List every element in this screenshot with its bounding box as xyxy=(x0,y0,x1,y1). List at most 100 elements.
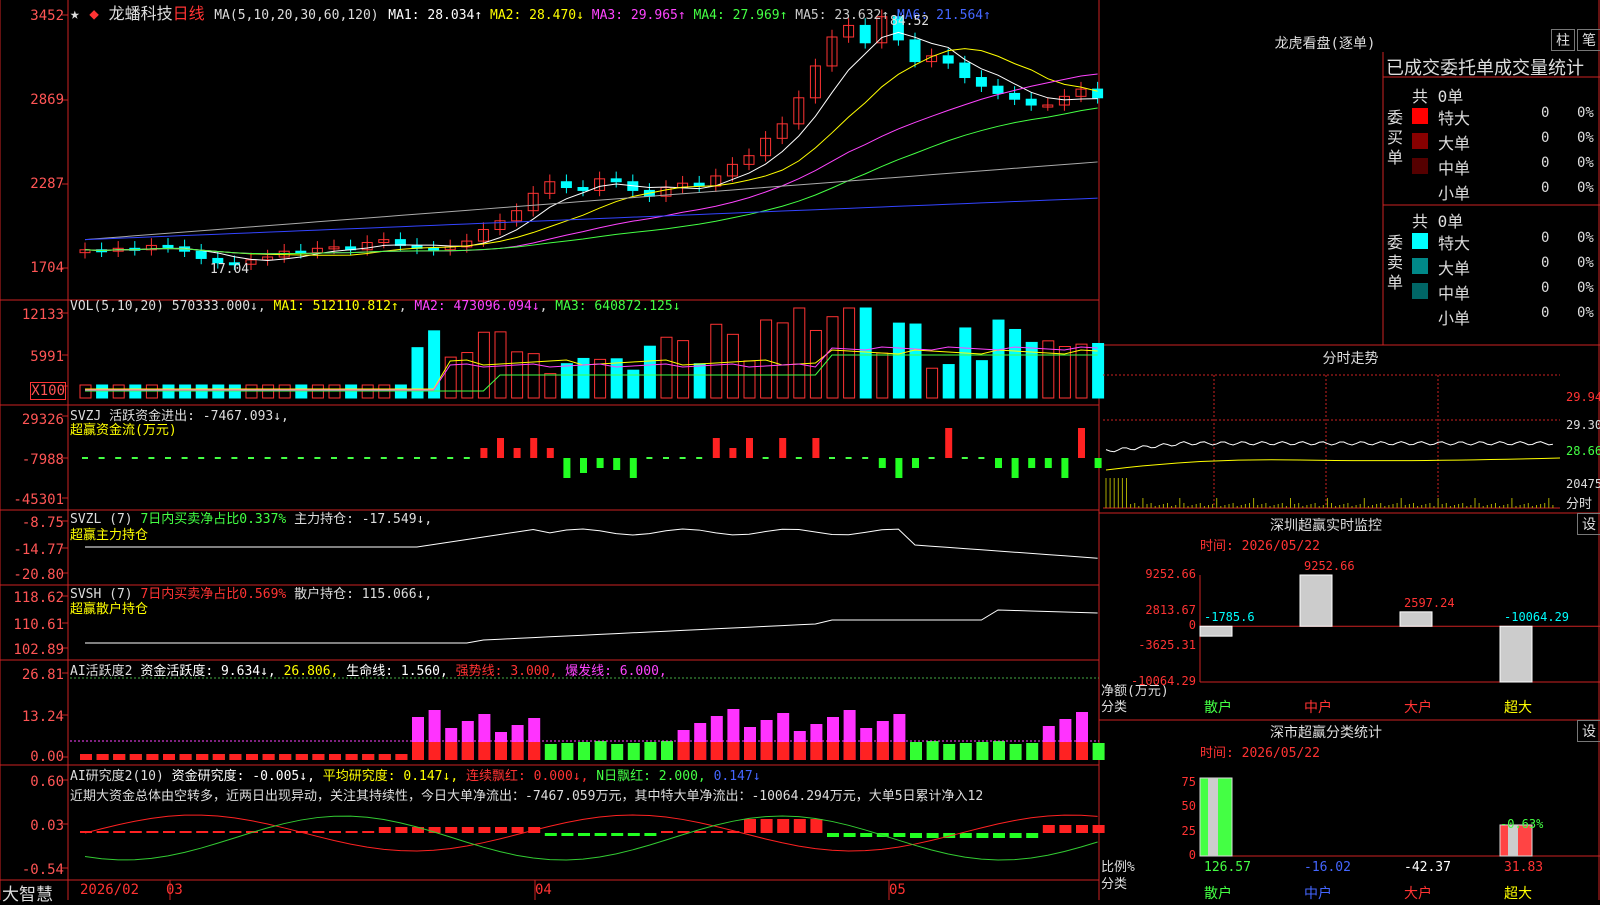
ai-active-item-2: 生命线: 1.560, xyxy=(346,664,455,679)
candle-body xyxy=(296,251,306,253)
rt-bar-value: 9252.66 xyxy=(1304,559,1355,573)
activity-bar-base xyxy=(777,742,789,760)
activity-bar-base xyxy=(329,754,341,760)
research-bar xyxy=(312,831,324,833)
class-time: 时间: 2026/05/22 xyxy=(1200,742,1320,761)
research-bar xyxy=(462,827,474,833)
rt-bar xyxy=(1200,626,1232,636)
research-bar xyxy=(910,833,922,838)
activity-bar-base xyxy=(429,742,441,760)
candle-body xyxy=(910,40,920,62)
svzl-label: -8.75 xyxy=(0,515,64,531)
activity-bar-base xyxy=(761,742,773,760)
activity-bar-base xyxy=(528,742,540,760)
realtime-monitor-title: 深圳超赢实时监控 xyxy=(1101,515,1551,535)
vol-unit-label[interactable]: X100 xyxy=(30,382,66,400)
order-row-value: 0 xyxy=(1541,180,1549,196)
order-color-swatch xyxy=(1412,133,1428,149)
realtime-settings-button[interactable]: 设 xyxy=(1577,513,1600,535)
star-icon[interactable]: ★ xyxy=(70,4,80,23)
intraday-label: 28.66 xyxy=(1566,444,1600,458)
activity-bar-base xyxy=(130,754,142,760)
activity-bar-base xyxy=(478,742,490,760)
volume-bar xyxy=(561,364,572,398)
order-color-swatch xyxy=(1412,283,1428,299)
ai-research-status: AI研究度2(10) 资金研究度: -0.005↓, 平均研究度: 0.147↓… xyxy=(70,765,761,784)
research-bar xyxy=(993,833,1005,838)
ai-active-label: 13.24 xyxy=(0,709,64,725)
candle-body xyxy=(429,248,439,250)
cs-extra-label: -0.63% xyxy=(1500,817,1543,831)
order-row-name: 特大 xyxy=(1438,105,1470,129)
flow-bar xyxy=(746,438,753,458)
flow-bar xyxy=(99,457,105,459)
vol-ma3: MA3: 640872.125↓ xyxy=(555,299,680,314)
candle-body xyxy=(993,86,1003,93)
research-bar xyxy=(893,833,905,837)
activity-bar-base xyxy=(379,754,391,760)
research-bar xyxy=(196,831,208,833)
flow-bar xyxy=(348,457,354,459)
tick-mode-button[interactable]: 笔 xyxy=(1577,29,1600,51)
dragon-tiger-subtitle: 已成交委托单成交量统计 xyxy=(1386,54,1584,80)
price-label: 3452 xyxy=(0,8,64,24)
flow-bar xyxy=(514,448,521,458)
activity-bar-base xyxy=(346,754,358,760)
flow-bar xyxy=(929,457,935,459)
volume-bar xyxy=(777,323,788,398)
flow-bar xyxy=(497,438,504,458)
svzl-subtitle: 超赢主力持仓 xyxy=(70,524,148,543)
flow-bar xyxy=(879,458,886,468)
class-settings-button[interactable]: 设 xyxy=(1577,720,1600,742)
volume-bar xyxy=(661,337,672,398)
ai-research-title: AI研究度2(10) xyxy=(70,769,164,784)
ai-research-item-1: 平均研究度: 0.147↓, xyxy=(323,769,466,784)
activity-bar-base xyxy=(146,754,158,760)
research-bar xyxy=(810,819,822,833)
volume-bar xyxy=(927,368,938,398)
ai-research-comment: 近期大资金总体由空转多，近两日出现异动，关注其持续性，今日大单净流出：-7467… xyxy=(70,785,1100,804)
research-bar xyxy=(329,831,341,833)
flow-bar xyxy=(978,457,984,459)
activity-bar-base xyxy=(163,754,175,760)
rt-y-label: -3625.31 xyxy=(1101,638,1196,652)
volume-bar xyxy=(893,323,904,398)
diamond-icon[interactable]: ◆ xyxy=(89,4,99,23)
order-row-name: 小单 xyxy=(1438,305,1470,329)
flow-bar xyxy=(231,457,237,459)
period-label[interactable]: 日线 xyxy=(173,4,205,23)
activity-bar-base xyxy=(80,754,92,760)
activity-bar xyxy=(960,743,972,760)
order-row-pct: 0% xyxy=(1577,105,1594,121)
order-row-value: 0 xyxy=(1541,155,1549,171)
svsh-seven-day: 7日内买卖净占比0.569% xyxy=(140,587,286,602)
volume-bar xyxy=(827,317,838,398)
order-row-value: 0 xyxy=(1541,305,1549,321)
ma-value-4: MA5: 23.632↑ xyxy=(795,8,897,23)
cs-bar-value: -16.02 xyxy=(1304,860,1351,875)
order-row-pct: 0% xyxy=(1577,230,1594,246)
flow-bar xyxy=(663,457,669,459)
ai-active-item-4: 爆发线: 6.000, xyxy=(565,664,667,679)
order-row-name: 中单 xyxy=(1438,280,1470,304)
stock-terminal: ★ ◆ 龙蟠科技日线 MA(5,10,20,30,60,120) MA1: 28… xyxy=(0,0,1600,900)
bar-mode-button[interactable]: 柱 xyxy=(1551,29,1575,51)
ma-line xyxy=(85,49,1098,256)
activity-bar-base xyxy=(296,754,308,760)
candle-body xyxy=(561,182,571,188)
intraday-avg-line xyxy=(1106,458,1560,470)
flow-bar xyxy=(779,438,786,458)
flow-bar xyxy=(1045,458,1052,468)
research-bar xyxy=(512,827,524,833)
research-bar xyxy=(794,819,806,833)
time-label: 2026/02 xyxy=(80,882,139,898)
intraday-label: 20475 xyxy=(1566,477,1600,491)
flow-bar xyxy=(165,457,171,459)
activity-bar xyxy=(993,741,1005,760)
activity-bar-base xyxy=(412,742,424,760)
ai-research-label: -0.54 xyxy=(0,862,64,878)
activity-bar xyxy=(545,744,557,760)
activity-bar-base xyxy=(362,754,374,760)
candle-body xyxy=(943,56,953,63)
flow-bar xyxy=(530,438,537,458)
